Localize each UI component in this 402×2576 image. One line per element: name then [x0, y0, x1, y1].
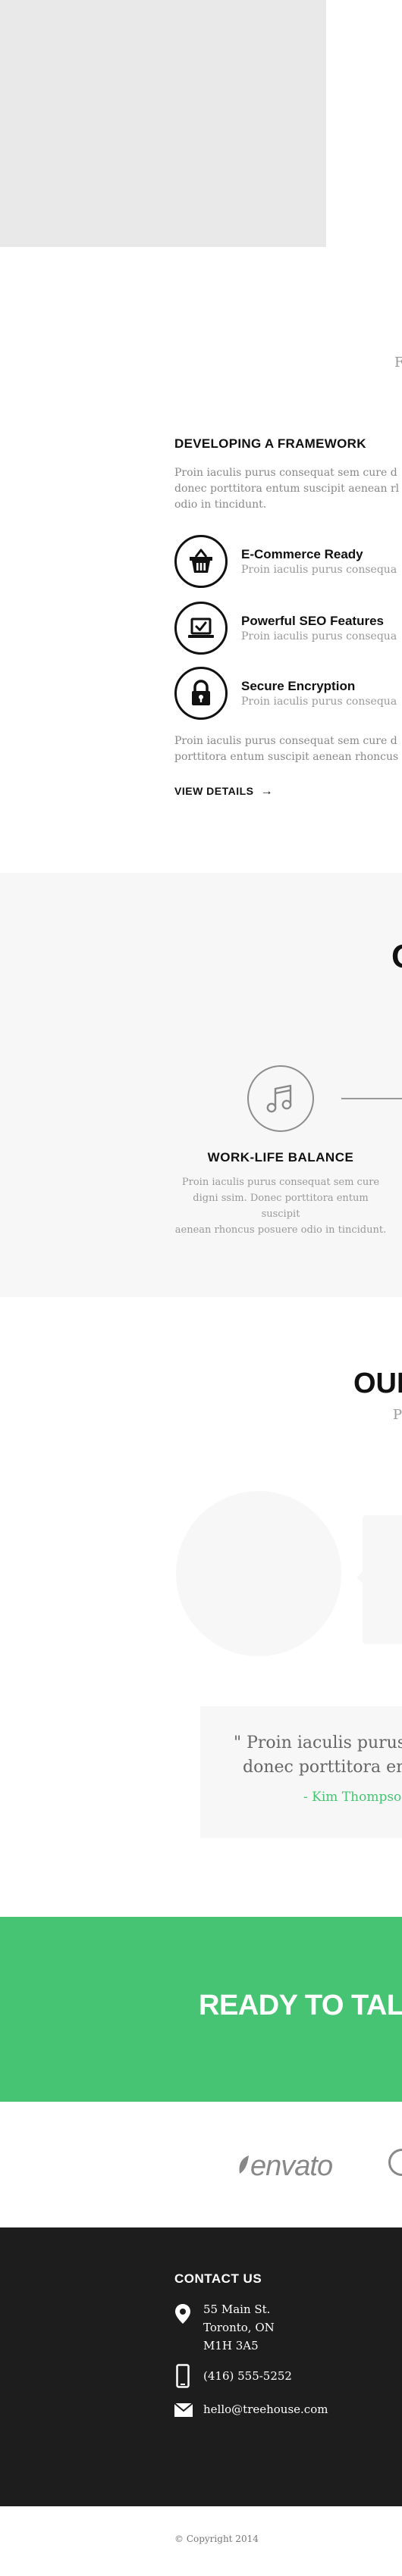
email-link[interactable]: hello@treehouse.com [203, 2400, 328, 2418]
service-desc-line: aenean rhoncus posuere odio in tincidunt… [174, 1224, 387, 1236]
music-note-icon [266, 1084, 292, 1113]
framework-heading: DEVELOPING A FRAMEWORK [174, 436, 366, 451]
testimonial-line: " Proin iaculis purus c [234, 1733, 402, 1752]
basket-icon [190, 549, 212, 573]
team-card [363, 1515, 402, 1644]
feature-title: Powerful SEO Features [241, 614, 384, 628]
lock-icon [192, 680, 210, 705]
wordpress-logo[interactable] [388, 2149, 402, 2176]
view-details-link[interactable]: VIEW DETAILS → [174, 783, 273, 799]
phone-number[interactable]: (416) 555-5252 [203, 2367, 292, 2385]
service-icon-circle [247, 1065, 314, 1132]
feature-desc: Proin iaculis purus consequa [241, 630, 397, 642]
feature-desc: Proin iaculis purus consequa [241, 696, 397, 708]
feature-title: E-Commerce Ready [241, 547, 363, 561]
arrow-right-icon: → [260, 785, 273, 798]
copyright: © Copyright 2014 [174, 2534, 259, 2544]
cta-heading: READY TO TAL [199, 1990, 402, 2021]
avatar [176, 1491, 341, 1656]
framework-outro-line-2: porttitora entum suscipit aenean rhoncus [174, 751, 399, 763]
address: 55 Main St. Toronto, ON M1H 3A5 [203, 2300, 275, 2355]
feature-icon-circle [174, 602, 228, 655]
hero-image [0, 0, 326, 247]
envato-logo-text: envato [250, 2150, 333, 2182]
framework-intro-line-2: donec porttitora entum suscipit aenean r… [174, 483, 400, 495]
address-line: 55 Main St. [203, 2302, 271, 2316]
service-desc-line: digni ssim. Donec porttitora entum susci… [193, 1193, 369, 1220]
team-heading: OUI [353, 1368, 402, 1399]
team-subheading: P [393, 1407, 402, 1423]
view-details-label: VIEW DETAILS [174, 785, 254, 797]
map-pin-icon [174, 2303, 191, 2327]
laptop-check-icon [188, 617, 214, 638]
divider-line [341, 1098, 402, 1099]
envato-leaf-icon [239, 2156, 249, 2174]
testimonial-author: - Kim Thompso [303, 1790, 402, 1805]
services-heading: O [391, 938, 402, 976]
envato-logo[interactable]: envato [237, 2150, 333, 2183]
address-line: M1H 3A5 [203, 2339, 259, 2352]
feature-icon-circle [174, 667, 228, 720]
service-title: WORK-LIFE BALANCE [207, 1150, 354, 1165]
footer [0, 2227, 402, 2506]
testimonial-line: donec porttitora ent [243, 1758, 402, 1777]
address-line: Toronto, ON [203, 2321, 275, 2334]
service-desc: Proin iaculis purus consequat sem cure d… [173, 1174, 388, 1238]
contact-title: CONTACT US [174, 2271, 262, 2286]
feature-icon-circle [174, 535, 228, 588]
feature-desc: Proin iaculis purus consequa [241, 564, 397, 576]
envelope-icon [174, 2402, 193, 2420]
cut-off-heading: F [394, 355, 402, 370]
service-desc-line: Proin iaculis purus consequat sem cure [181, 1177, 380, 1188]
framework-outro-line-1: Proin iaculis purus consequat sem cure d [174, 735, 397, 747]
feature-title: Secure Encryption [241, 679, 356, 693]
framework-intro-line-1: Proin iaculis purus consequat sem cure d [174, 467, 397, 479]
phone-icon [176, 2364, 190, 2391]
framework-intro-line-3: odio in tincidunt. [174, 499, 267, 511]
